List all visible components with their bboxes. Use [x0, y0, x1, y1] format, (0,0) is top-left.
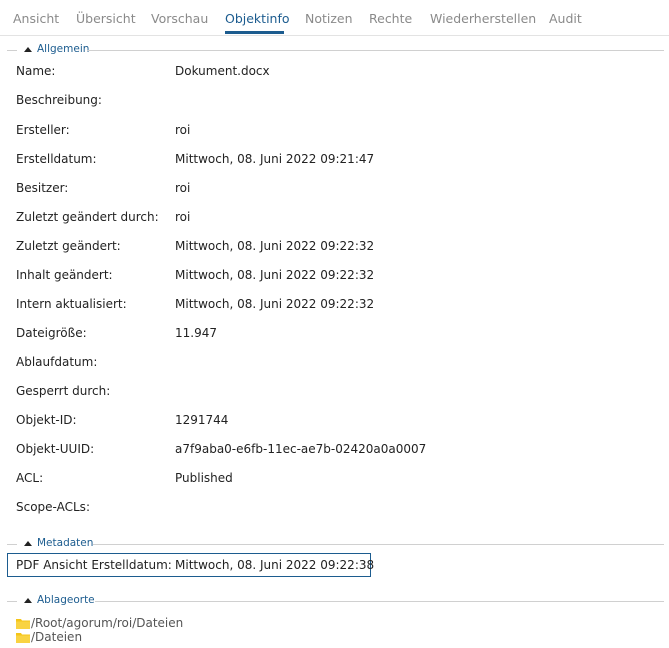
field-label: Ersteller:: [16, 123, 70, 137]
field-label: Gesperrt durch:: [16, 384, 111, 398]
section-header-allgemein: Allgemein: [7, 43, 664, 56]
field-value: roi: [175, 123, 191, 137]
divider: [87, 50, 664, 51]
field-label: Ablaufdatum:: [16, 355, 98, 369]
tab-rechte[interactable]: Rechte: [369, 11, 412, 26]
field-value: a7f9aba0-e6fb-11ec-ae7b-02420a0a0007: [175, 442, 427, 456]
field-label: Objekt-ID:: [16, 413, 77, 427]
field-row-intern-aktualisiert: Intern aktualisiert: Mittwoch, 08. Juni …: [16, 297, 656, 313]
field-label: Objekt-UUID:: [16, 442, 95, 456]
field-value: Mittwoch, 08. Juni 2022 09:21:47: [175, 152, 375, 166]
field-label: Name:: [16, 64, 56, 78]
field-row-gesperrt-durch: Gesperrt durch:: [16, 384, 656, 400]
tab-ansicht[interactable]: Ansicht: [13, 11, 59, 26]
field-label: Dateigröße:: [16, 326, 87, 340]
section-title-allgemein[interactable]: Allgemein: [37, 43, 94, 55]
field-label: Zuletzt geändert durch:: [16, 210, 159, 224]
field-label: Scope-ACLs:: [16, 500, 90, 514]
field-row-ablaufdatum: Ablaufdatum:: [16, 355, 656, 371]
field-label: Beschreibung:: [16, 93, 102, 107]
field-value: Mittwoch, 08. Juni 2022 09:22:32: [175, 297, 375, 311]
section-header-metadaten: Metadaten: [7, 537, 664, 550]
field-row-ersteller: Ersteller: roi: [16, 123, 656, 139]
field-row-objekt-id: Objekt-ID: 1291744: [16, 413, 656, 429]
field-row-name: Name: Dokument.docx: [16, 64, 656, 80]
field-value: 11.947: [175, 326, 217, 340]
metadata-row-pdf-ansicht-erstelldatum[interactable]: PDF Ansicht Erstelldatum: Mittwoch, 08. …: [7, 553, 375, 577]
field-value: Mittwoch, 08. Juni 2022 09:22:38: [175, 558, 375, 572]
collapse-triangle-icon[interactable]: [22, 538, 34, 550]
field-value: 1291744: [175, 413, 229, 427]
section-title-metadaten[interactable]: Metadaten: [37, 537, 98, 549]
field-value: Mittwoch, 08. Juni 2022 09:22:32: [175, 239, 375, 253]
divider: [7, 544, 17, 545]
folder-icon: [16, 632, 30, 643]
section-title-ablageorte[interactable]: Ablageorte: [37, 594, 99, 606]
field-row-dateigroesse: Dateigröße: 11.947: [16, 326, 656, 342]
section-header-ablageorte: Ablageorte: [7, 594, 664, 607]
field-row-beschreibung: Beschreibung:: [16, 93, 656, 109]
active-tab-indicator: [225, 31, 284, 34]
tab-objektinfo[interactable]: Objektinfo: [225, 11, 290, 26]
divider: [7, 601, 17, 602]
field-value: Mittwoch, 08. Juni 2022 09:22:32: [175, 268, 375, 282]
field-row-acl: ACL: Published: [16, 471, 656, 487]
field-label: ACL:: [16, 471, 44, 485]
tab-uebersicht[interactable]: Übersicht: [76, 11, 136, 26]
field-row-zuletzt-geaendert-durch: Zuletzt geändert durch: roi: [16, 210, 656, 226]
tab-vorschau[interactable]: Vorschau: [151, 11, 208, 26]
divider: [95, 601, 664, 602]
location-path-text: /Root/agorum/roi/Dateien: [31, 616, 184, 630]
field-row-erstelldatum: Erstelldatum: Mittwoch, 08. Juni 2022 09…: [16, 152, 656, 168]
field-label: Intern aktualisiert:: [16, 297, 127, 311]
field-label: Erstelldatum:: [16, 152, 97, 166]
field-value: Dokument.docx: [175, 64, 270, 78]
field-row-zuletzt-geaendert: Zuletzt geändert: Mittwoch, 08. Juni 202…: [16, 239, 656, 255]
folder-icon: [16, 618, 30, 629]
divider: [93, 544, 664, 545]
field-row-inhalt-geaendert: Inhalt geändert: Mittwoch, 08. Juni 2022…: [16, 268, 656, 284]
field-value: roi: [175, 210, 191, 224]
field-value: Published: [175, 471, 233, 485]
field-label: Zuletzt geändert:: [16, 239, 121, 253]
field-row-scope-acls: Scope-ACLs:: [16, 500, 656, 516]
tab-wiederherstellen[interactable]: Wiederherstellen: [430, 11, 536, 26]
tab-bar: Ansicht Übersicht Vorschau Objektinfo No…: [0, 0, 669, 36]
collapse-triangle-icon[interactable]: [22, 44, 34, 56]
field-row-besitzer: Besitzer: roi: [16, 181, 656, 197]
field-value: roi: [175, 181, 191, 195]
location-path-text: /Dateien: [31, 630, 83, 644]
divider: [7, 50, 17, 51]
collapse-triangle-icon[interactable]: [22, 595, 34, 607]
field-label: Besitzer:: [16, 181, 69, 195]
field-label: Inhalt geändert:: [16, 268, 113, 282]
field-label: PDF Ansicht Erstelldatum:: [16, 558, 172, 572]
tab-audit[interactable]: Audit: [549, 11, 582, 26]
tab-notizen[interactable]: Notizen: [305, 11, 353, 26]
field-row-objekt-uuid: Objekt-UUID: a7f9aba0-e6fb-11ec-ae7b-024…: [16, 442, 656, 458]
